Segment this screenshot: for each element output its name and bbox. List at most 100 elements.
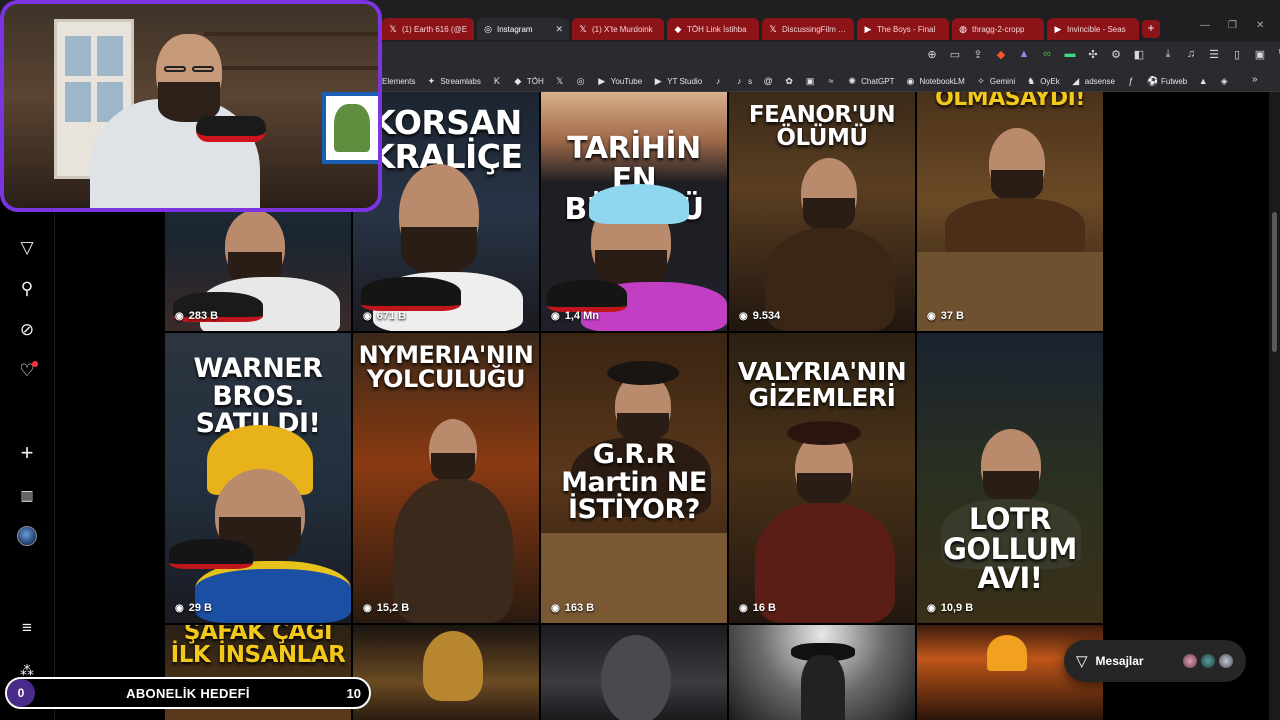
scrollbar-thumb[interactable]	[1272, 212, 1277, 352]
bookmark-item[interactable]: ♞ OyEk	[1026, 76, 1060, 87]
bookmark-item[interactable]: ⚽ Futweb	[1147, 76, 1187, 87]
post-tile[interactable]	[353, 625, 539, 720]
bookmark-item[interactable]: ✧ Gemini	[976, 76, 1015, 87]
bookmark-item[interactable]: ▶ YT Studio	[653, 76, 702, 87]
post-title: NYMERIA'NIN YOLCULUĞU	[358, 341, 534, 394]
youtube-icon: ▶	[598, 75, 606, 86]
minimize-icon[interactable]: —	[1200, 20, 1210, 31]
close-window-icon[interactable]: ✕	[1256, 20, 1264, 31]
messages-button[interactable]: ▽ Mesajlar	[1064, 640, 1246, 682]
share-icon[interactable]: ⇪	[971, 48, 985, 61]
bookmark-item[interactable]: ✺ ChatGPT	[847, 76, 894, 87]
bookmark-item[interactable]: ◢ adsense	[1071, 76, 1115, 87]
extension-icon[interactable]: ◧	[1132, 48, 1146, 61]
bookmark-item[interactable]: ≈	[826, 76, 836, 86]
bookmark-item[interactable]: 𝕏	[555, 76, 565, 87]
bookmark-item[interactable]: ♪	[713, 76, 723, 86]
close-tab-icon[interactable]: ✕	[555, 24, 563, 35]
post-tile[interactable]: G.R.R Martin NE İSTİYOR? ◉ 163 B	[541, 333, 727, 623]
bookmark-item[interactable]: ◎	[576, 76, 586, 87]
eye-icon: ◉	[551, 310, 560, 322]
post-tile[interactable]: OLMASAYDI! ◉ 37 B	[917, 92, 1103, 331]
bookmark-item[interactable]: Elements	[382, 77, 415, 86]
post-title: OLMASAYDI!	[935, 92, 1085, 111]
thumbnail-detail	[987, 635, 1027, 671]
bookmark-item[interactable]: ▶ YouTube	[597, 76, 642, 87]
post-title: G.R.R Martin NE İSTİYOR?	[561, 439, 707, 526]
browser-tab[interactable]: ◆ TÖH Link İstihba	[667, 18, 759, 40]
bookmark-item[interactable]: ◈	[1219, 76, 1229, 87]
download-icon[interactable]: ⤓	[1161, 48, 1175, 61]
bookmark-item[interactable]: ♪ s	[734, 76, 752, 86]
eye-icon: ◉	[739, 602, 748, 614]
messages-icon: ▽	[1076, 653, 1088, 670]
message-avatar	[1218, 653, 1234, 669]
brave-shield-icon[interactable]: ◆	[994, 48, 1008, 61]
webcam-wall-frame	[322, 92, 378, 164]
globe-icon: ◍	[959, 24, 967, 34]
bookmarks-icon[interactable]: ☰	[1207, 48, 1221, 61]
more-bookmarks-icon[interactable]: »	[1252, 74, 1258, 85]
new-tab-button[interactable]: +	[1142, 20, 1160, 38]
extensions-puzzle-icon[interactable]: ✣	[1086, 48, 1100, 61]
dashboard-icon[interactable]: ▥	[16, 484, 38, 506]
post-tile[interactable]: FEANOR'UN ÖLÜMÜ ◉ 9.534	[729, 92, 915, 331]
view-count: ◉ 29 B	[175, 602, 212, 614]
explore-icon[interactable]: ⊘	[16, 319, 38, 341]
bookmark-item[interactable]: K	[492, 76, 502, 86]
bookmark-app-icon: ▣	[805, 75, 815, 86]
thumbnail-detail	[589, 184, 689, 224]
post-tile[interactable]: NYMERIA'NIN YOLCULUĞU ◉ 15,2 B	[353, 333, 539, 623]
bookmark-label: Streamlabs	[440, 76, 481, 86]
sidebar-icon[interactable]: ▯	[1230, 48, 1244, 61]
browser-tab[interactable]: ◍ thragg-2-cropp	[952, 18, 1044, 40]
bookmark-item[interactable]: @	[763, 76, 773, 86]
bookmark-item[interactable]: ✿	[784, 76, 794, 87]
thumbnail-detail	[803, 198, 855, 232]
post-tile[interactable]	[729, 625, 915, 720]
media-icon[interactable]: ♫	[1184, 48, 1198, 61]
bookmark-item[interactable]: ƒ	[1126, 76, 1136, 86]
bookmark-item[interactable]: ◉ NotebookLM	[905, 76, 965, 87]
post-tile[interactable]: TARİHİN EN BÜYÜĞÜ ◉1,4 Mn	[541, 92, 727, 331]
thumbnail-detail	[169, 539, 253, 569]
toh-icon: ◆	[674, 24, 682, 34]
post-tile[interactable]: VALYRIA'NIN GİZEMLERİ ◉ 16 B	[729, 333, 915, 623]
page-scrollbar[interactable]	[1269, 92, 1280, 720]
zoom-icon[interactable]: ⊕	[925, 48, 939, 61]
browser-tab-active[interactable]: ◎ Instagram ✕	[477, 18, 569, 40]
eye-icon: ◉	[739, 310, 748, 322]
browser-tab[interactable]: ▶ Invincible - Seas	[1047, 18, 1139, 40]
eye-icon: ◉	[363, 602, 372, 614]
extension-icon[interactable]: ∞	[1040, 48, 1054, 61]
bookmark-item[interactable]: ▲	[1198, 76, 1208, 86]
notifications-icon[interactable]: ♡	[16, 360, 38, 382]
bookmark-label: OyEk	[1040, 76, 1060, 86]
rewards-icon[interactable]: ▲	[1017, 48, 1031, 61]
oyek-icon: ♞	[1027, 75, 1036, 86]
browser-tab[interactable]: 𝕏 (1) X'te Murdoink	[572, 18, 664, 40]
post-tile[interactable]: LOTR GOLLUM AVI! ◉ 10,9 B	[917, 333, 1103, 623]
bookmark-item[interactable]: ▣	[805, 76, 815, 87]
bookmark-item[interactable]: ✦ Streamlabs	[426, 75, 481, 87]
bookmark-item[interactable]: ◆ TÖH	[513, 76, 543, 87]
cast-icon[interactable]: ▭	[948, 48, 962, 61]
create-icon[interactable]: +	[16, 442, 38, 464]
browser-tab[interactable]: 𝕏 DiscussingFilm (@	[762, 18, 854, 40]
browser-tab[interactable]: ▶ The Boys - Final	[857, 18, 949, 40]
profile-avatar[interactable]	[17, 526, 37, 546]
extension-icon[interactable]: ⚙	[1109, 48, 1123, 61]
thumbnail-detail	[765, 228, 895, 331]
wallet-icon[interactable]: ▣	[1253, 48, 1267, 61]
vpn-icon[interactable]: ⛨	[1276, 48, 1280, 61]
post-tile[interactable]: WARNER BROS. SATILDI! ◉ 29 B	[165, 333, 351, 623]
post-tile[interactable]	[541, 625, 727, 720]
bookmark-label: adsense	[1084, 76, 1115, 86]
menu-icon[interactable]: ≡	[16, 617, 38, 639]
streamlabs-icon: ✦	[427, 75, 436, 86]
browser-tab[interactable]: 𝕏 (1) Earth 616 (@E	[382, 18, 474, 40]
extension-icon[interactable]: ▬	[1063, 48, 1077, 61]
search-icon[interactable]: ⚲	[16, 278, 38, 300]
messages-icon[interactable]: ▽	[16, 237, 38, 259]
restore-icon[interactable]: ❐	[1228, 20, 1237, 31]
